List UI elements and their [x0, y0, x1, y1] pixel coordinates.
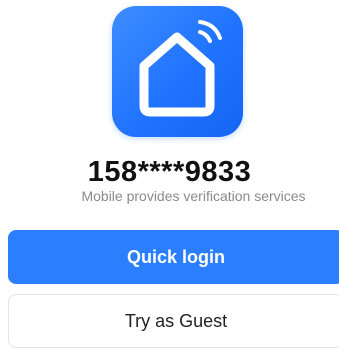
- quick-login-button[interactable]: Quick login: [8, 230, 339, 284]
- provider-info-text: Mobile provides verification services: [81, 188, 306, 204]
- smart-home-wifi-icon: [139, 20, 222, 117]
- try-as-guest-button[interactable]: Try as Guest: [8, 294, 339, 348]
- app-logo: [112, 6, 243, 137]
